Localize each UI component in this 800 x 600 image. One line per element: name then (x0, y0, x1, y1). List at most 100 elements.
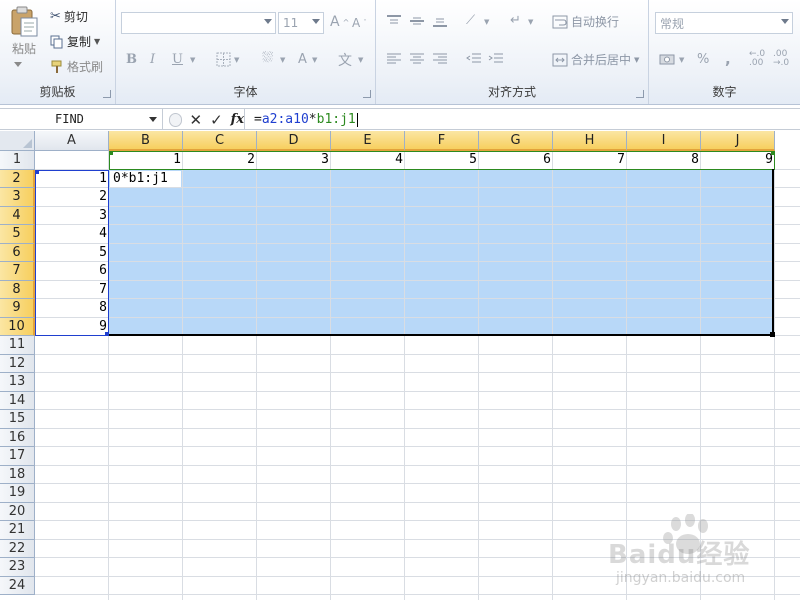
align-left-icon[interactable] (386, 52, 402, 66)
fill-color-icon[interactable]: ⛆ (262, 50, 273, 66)
chevron-down-icon[interactable]: ▼ (312, 56, 317, 64)
chevron-down-icon: ▼ (94, 37, 101, 46)
orientation-icon[interactable]: ⟋ (466, 13, 475, 28)
row-header-10[interactable]: 10 (0, 317, 35, 336)
align-center-icon[interactable] (409, 52, 425, 66)
row-header-19[interactable]: 19 (0, 484, 35, 503)
font-color-icon[interactable]: A (298, 52, 307, 67)
comma-style-icon[interactable]: , (725, 50, 731, 68)
font-group-title: 字体 (233, 85, 258, 99)
row-header-8[interactable]: 8 (0, 280, 35, 299)
italic-icon[interactable]: I (150, 52, 155, 67)
chevron-down-icon[interactable]: ▼ (528, 18, 533, 26)
row-header-13[interactable]: 13 (0, 373, 35, 392)
font-name-combo[interactable] (121, 12, 276, 34)
reference-corner-handle[interactable] (771, 151, 775, 155)
chevron-down-icon[interactable]: ▼ (358, 56, 363, 64)
row-header-12[interactable]: 12 (0, 354, 35, 373)
number-format-combo[interactable]: 常规 (655, 12, 793, 34)
alignment-dialog-launcher[interactable] (636, 90, 644, 98)
name-box[interactable]: FIND (0, 109, 163, 130)
merge-center-button[interactable]: 合并后居中 ▼ (552, 51, 639, 68)
borders-icon[interactable] (216, 52, 231, 67)
enter-check-icon[interactable]: ✓ (210, 111, 223, 129)
reference-corner-handle[interactable] (105, 332, 109, 336)
cut-button[interactable]: ✂ 剪切 (50, 8, 88, 25)
row-header-9[interactable]: 9 (0, 299, 35, 318)
column-header-j[interactable]: J (701, 131, 775, 151)
formula-input[interactable]: =a2:a10*b1:j1 (246, 109, 800, 130)
row-header-22[interactable]: 22 (0, 539, 35, 558)
spreadsheet-grid: ABCDEFGHIJ 1 2 3 4 5 6 7 8 9 10 11 12 13 14 15 16 17 18 19… (0, 131, 800, 600)
reference-corner-handle[interactable] (109, 151, 113, 155)
column-header-b[interactable]: B (109, 131, 183, 151)
chevron-down-icon[interactable]: ▼ (280, 56, 285, 64)
column-header-c[interactable]: C (183, 131, 257, 151)
column-header-a[interactable]: A (35, 131, 109, 151)
row-header-24[interactable]: 24 (0, 576, 35, 595)
underline-icon[interactable]: U (172, 52, 183, 67)
wrap-text-label: 自动换行 (571, 15, 620, 29)
expand-handle-icon[interactable] (169, 112, 182, 127)
select-all-button[interactable] (0, 131, 35, 151)
cancel-icon[interactable]: ✕ (190, 111, 203, 129)
font-dialog-launcher[interactable] (363, 90, 371, 98)
indent-icon[interactable]: ↵ (510, 13, 521, 28)
row-header-18[interactable]: 18 (0, 465, 35, 484)
grow-font-icon[interactable]: A ^ (330, 14, 349, 30)
row-header-2[interactable]: 2 (0, 169, 35, 188)
row-header-20[interactable]: 20 (0, 502, 35, 521)
decrease-decimal-icon[interactable]: .00 →.0 (773, 50, 789, 68)
row-header-6[interactable]: 6 (0, 243, 35, 262)
column-header-f[interactable]: F (405, 131, 479, 151)
row-header-1[interactable]: 1 (0, 151, 35, 170)
row-header-14[interactable]: 14 (0, 391, 35, 410)
font-size-combo[interactable]: 11 (278, 12, 324, 34)
align-right-icon[interactable] (432, 52, 448, 66)
row-header-4[interactable]: 4 (0, 206, 35, 225)
grid-hline (35, 575, 800, 577)
shrink-font-icon[interactable]: Aˇ (352, 16, 367, 30)
bold-icon[interactable]: B (126, 52, 137, 67)
row-header-15[interactable]: 15 (0, 410, 35, 429)
increase-indent-icon[interactable] (488, 52, 504, 66)
wrap-text-button[interactable]: 自动换行 (552, 13, 619, 30)
percent-icon[interactable]: % (697, 52, 709, 67)
chevron-down-icon (264, 19, 272, 24)
chevron-down-icon[interactable]: ▼ (234, 56, 239, 64)
cell-area[interactable]: 1 2 3 4 5 6 7 8 9 1 2 3 4 5 6 7 8 9 0*b1:j1 (35, 151, 800, 600)
copy-button[interactable]: 复制 ▼ (50, 33, 100, 50)
row-header-3[interactable]: 3 (0, 188, 35, 207)
row-header-5[interactable]: 5 (0, 225, 35, 244)
align-top-icon[interactable] (386, 14, 402, 28)
clipboard-dialog-launcher[interactable] (103, 90, 111, 98)
row-header-23[interactable]: 23 (0, 558, 35, 577)
chevron-down-icon[interactable]: ▼ (484, 18, 489, 26)
column-header-g[interactable]: G (479, 131, 553, 151)
currency-icon[interactable] (659, 52, 677, 66)
paste-button[interactable]: 粘贴 (6, 6, 42, 57)
fill-handle[interactable] (770, 332, 775, 337)
row-header-17[interactable]: 17 (0, 447, 35, 466)
phonetic-icon[interactable]: 文 (338, 50, 352, 70)
chevron-down-icon[interactable]: ▼ (679, 56, 684, 64)
format-painter-button[interactable]: 格式刷 (50, 58, 103, 75)
merge-center-label: 合并后居中 (571, 53, 632, 67)
row-header-7[interactable]: 7 (0, 262, 35, 281)
insert-function-button[interactable]: fx (231, 112, 244, 127)
decrease-indent-icon[interactable] (466, 52, 482, 66)
reference-corner-handle[interactable] (35, 169, 39, 174)
chevron-down-icon[interactable]: ▼ (190, 56, 195, 64)
row-header-11[interactable]: 11 (0, 336, 35, 355)
increase-decimal-icon[interactable]: ←.0.00 (749, 50, 765, 68)
row-header-21[interactable]: 21 (0, 521, 35, 540)
column-header-h[interactable]: H (553, 131, 627, 151)
column-header-d[interactable]: D (257, 131, 331, 151)
column-header-i[interactable]: I (627, 131, 701, 151)
grid-hline (35, 483, 800, 484)
row-header-16[interactable]: 16 (0, 428, 35, 447)
paste-dropdown-arrow[interactable] (14, 62, 22, 67)
align-middle-icon[interactable] (409, 14, 425, 28)
align-bottom-icon[interactable] (432, 14, 448, 28)
column-header-e[interactable]: E (331, 131, 405, 151)
